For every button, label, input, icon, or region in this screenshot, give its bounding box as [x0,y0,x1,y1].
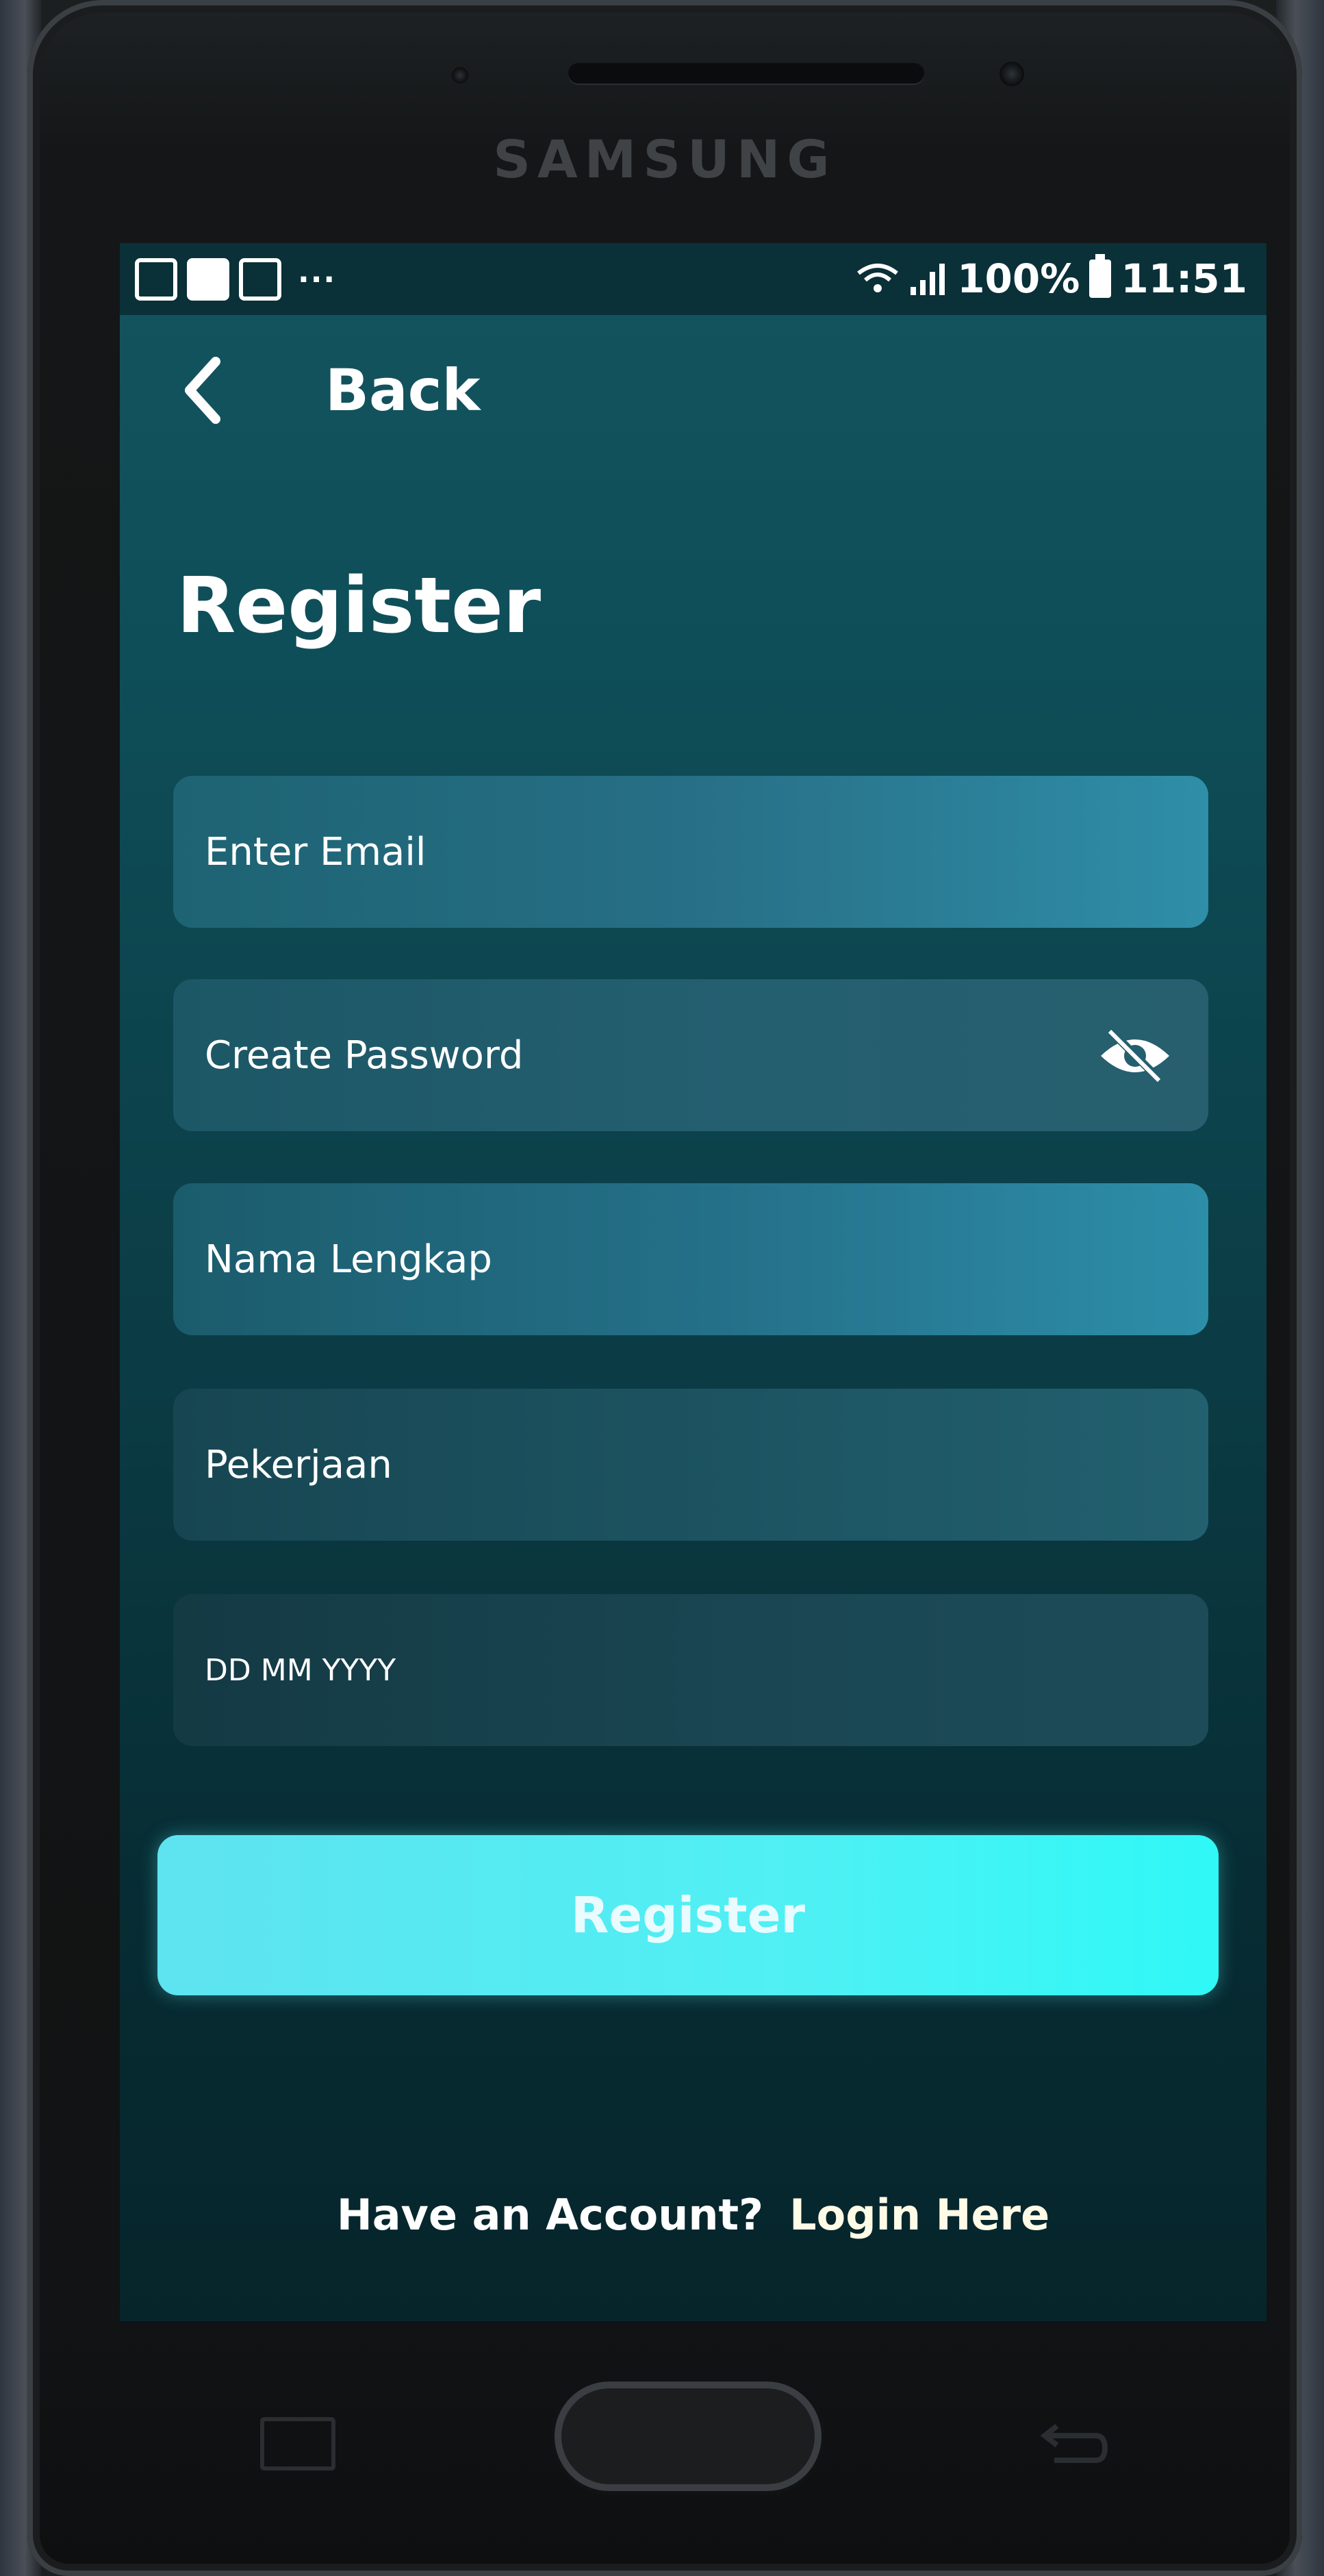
occupation-placeholder: Pekerjaan [205,1442,392,1487]
eye-off-icon[interactable] [1097,1028,1173,1083]
password-placeholder: Create Password [205,1033,524,1078]
front-camera-icon [1000,62,1024,86]
email-field[interactable]: Enter Email [173,776,1208,928]
home-button[interactable] [555,2382,822,2491]
full-name-field[interactable]: Nama Lengkap [173,1183,1208,1335]
wifi-icon [857,264,899,292]
device-brand: SAMSUNG [493,129,837,190]
recent-apps-icon[interactable] [260,2417,335,2471]
password-field[interactable]: Create Password [173,979,1208,1131]
back-label: Back [325,357,481,424]
notification-app-icon [135,258,177,301]
register-button[interactable]: Register [157,1835,1219,1995]
back-nav-icon[interactable] [1034,2421,1109,2475]
occupation-field[interactable]: Pekerjaan [173,1389,1208,1541]
earpiece-speaker [568,63,924,84]
signal-icon [911,264,945,295]
birthdate-field[interactable]: DD MM YYYY [173,1594,1208,1746]
app-screen: ··· 100% 11:51 Back Register Enter Email… [120,243,1266,2321]
notification-app-icon [239,258,281,301]
more-notifications-icon: ··· [298,262,337,297]
battery-icon [1089,254,1112,298]
birthdate-placeholder: DD MM YYYY [205,1652,396,1688]
email-placeholder: Enter Email [205,829,427,874]
flipboard-icon [187,258,229,301]
proximity-sensor-icon [452,67,468,84]
have-account-text: Have an Account? [336,2190,764,2240]
battery-percent: 100% [957,255,1080,302]
login-here-link[interactable]: Login Here [789,2190,1049,2240]
phone-body: SAMSUNG ··· 100% 11:51 Back Register Ent… [27,0,1302,2576]
status-bar: ··· 100% 11:51 [120,243,1266,315]
notification-icons: ··· [135,258,336,301]
register-button-label: Register [570,1886,806,1944]
status-indicators: 100% 11:51 [856,254,1247,302]
full-name-placeholder: Nama Lengkap [205,1237,492,1282]
back-button[interactable]: Back [181,356,480,425]
page-title: Register [177,561,542,651]
clock: 11:51 [1121,255,1247,302]
chevron-left-icon [185,357,220,424]
login-prompt: Have an Account? Login Here [120,2190,1266,2240]
